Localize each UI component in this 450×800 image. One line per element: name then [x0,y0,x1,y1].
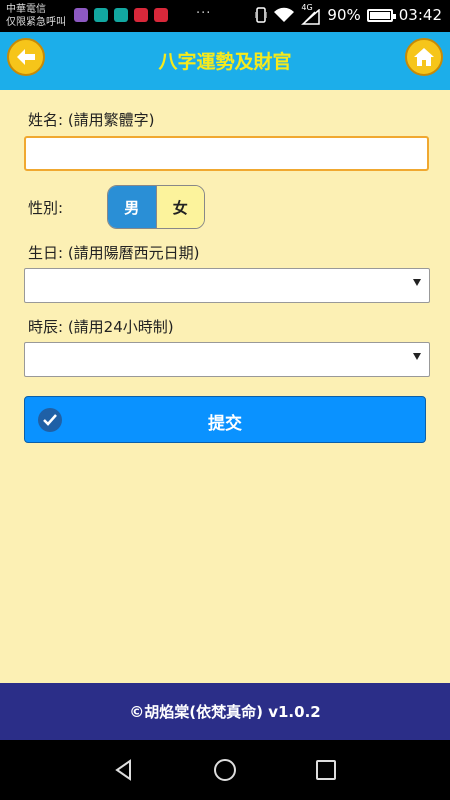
copyright-text: ©胡焰棠(依梵真命) v1.0.2 [129,703,321,721]
name-input[interactable] [24,136,429,171]
navigation-bar [0,740,450,800]
cellular-signal-icon: 4G [301,3,321,25]
birth-hour-select[interactable] [24,342,430,377]
carrier-info: 中華電信 仅限紧急呼叫 [6,3,66,29]
vibrate-icon [255,7,268,23]
huawei-notification-icon [154,8,168,22]
gender-option-female[interactable]: 女 [156,186,204,228]
birth-date-label: 生日: (請用陽曆西元日期) [28,244,200,262]
submit-label: 提交 [208,414,242,434]
gender-toggle: 男 女 [107,185,205,229]
nav-recents-icon[interactable] [314,758,338,782]
dropdown-arrow-icon [413,279,421,286]
huawei-notification-icon [134,8,148,22]
more-notifications-icon: ··· [196,6,212,21]
nav-home-icon[interactable] [213,758,237,782]
app-notification-icon [94,8,108,22]
title-bar: 八字運勢及財官 [0,32,450,90]
notification-icons [74,8,168,22]
system-status: 4G 90% 03:42 [255,3,442,25]
status-bar: 中華電信 仅限紧急呼叫 ··· 4G 90% 03:42 [0,0,450,32]
gender-label: 性別: [28,199,64,217]
app-notification-icon [114,8,128,22]
carrier-name: 中華電信 [6,4,46,15]
submit-button[interactable]: 提交 [24,396,426,443]
gender-option-male[interactable]: 男 [108,186,157,228]
birth-date-select[interactable] [24,268,430,303]
gallery-notification-icon [74,8,88,22]
footer: ©胡焰棠(依梵真命) v1.0.2 [0,683,450,740]
emergency-only-text: 仅限紧急呼叫 [6,17,66,28]
nav-back-icon[interactable] [112,758,136,782]
page-title: 八字運勢及財官 [158,51,292,73]
birth-hour-label: 時辰: (請用24小時制) [28,318,174,336]
clock: 03:42 [398,6,442,24]
home-icon [414,48,434,66]
name-label: 姓名: (請用繁體字) [28,111,155,129]
battery-percent: 90% [327,6,361,24]
home-button[interactable] [405,38,443,76]
dropdown-arrow-icon [413,353,421,360]
battery-icon [366,8,396,22]
wifi-icon [274,7,295,22]
